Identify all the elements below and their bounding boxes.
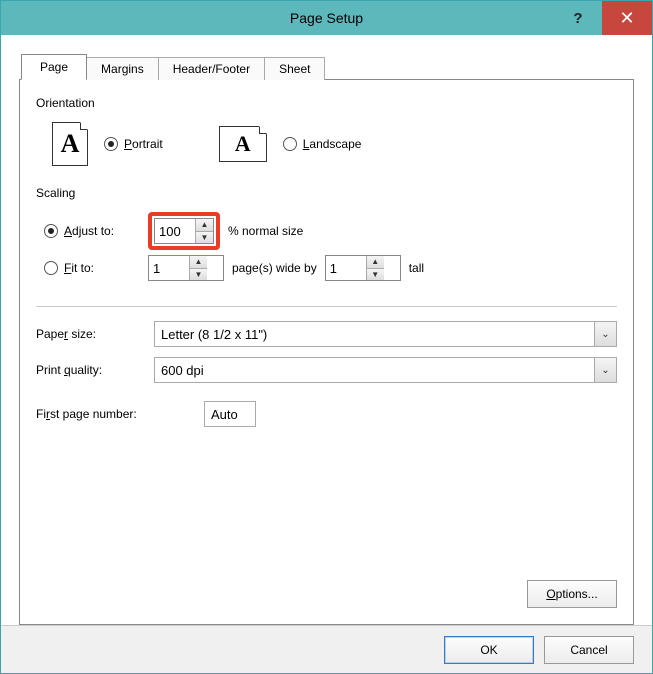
tab-sheet[interactable]: Sheet	[264, 57, 325, 80]
fit-tall-input[interactable]	[326, 256, 366, 280]
titlebar: Page Setup ? ✕	[1, 1, 652, 35]
options-row: Options...	[36, 574, 617, 614]
paper-size-label: Paper size:	[36, 327, 146, 341]
adjust-suffix: % normal size	[228, 224, 303, 238]
options-button[interactable]: Options...	[527, 580, 617, 608]
orientation-group: A Portrait A Landscape	[36, 114, 617, 182]
fit-tall-spinner[interactable]: ▲ ▼	[325, 255, 401, 281]
fit-tall-down[interactable]: ▼	[367, 269, 384, 281]
page-icon-glyph: A	[61, 129, 80, 159]
page-icon-glyph-landscape: A	[235, 131, 251, 157]
tab-header-footer[interactable]: Header/Footer	[158, 57, 265, 80]
first-page-label: First page number:	[36, 407, 196, 421]
print-quality-combo[interactable]: 600 dpi ⌄	[154, 357, 617, 383]
page-setup-dialog: Page Setup ? ✕ Page Margins Header/Foote…	[0, 0, 653, 674]
adjust-spin-down[interactable]: ▼	[196, 232, 213, 244]
close-button[interactable]: ✕	[602, 1, 652, 35]
portrait-page-icon: A	[52, 122, 88, 166]
adjust-to-label: Adjust to:	[64, 224, 114, 238]
tab-page[interactable]: Page	[21, 54, 87, 80]
radio-landscape-circle[interactable]	[283, 137, 297, 151]
dialog-footer: OK Cancel	[1, 625, 652, 673]
ok-button[interactable]: OK	[444, 636, 534, 664]
landscape-page-icon: A	[219, 126, 267, 162]
radio-portrait-label: Portrait	[124, 137, 163, 151]
adjust-value-highlight: ▲ ▼	[148, 212, 220, 250]
scaling-adjust-row: Adjust to: ▲ ▼ % normal size	[44, 212, 617, 250]
radio-portrait-circle[interactable]	[104, 137, 118, 151]
fit-wide-input[interactable]	[149, 256, 189, 280]
first-page-input[interactable]: Auto	[204, 401, 256, 427]
radio-adjust-to[interactable]	[44, 224, 58, 238]
fit-to-label: Fit to:	[64, 261, 94, 275]
print-quality-label: Print quality:	[36, 363, 146, 377]
divider	[36, 306, 617, 307]
adjust-spin-up[interactable]: ▲	[196, 219, 213, 232]
radio-landscape-label: Landscape	[303, 137, 362, 151]
paper-size-dropdown-button[interactable]: ⌄	[594, 322, 616, 346]
first-page-row: First page number: Auto	[36, 401, 617, 427]
print-quality-row: Print quality: 600 dpi ⌄	[36, 357, 617, 383]
adjust-to-input[interactable]	[155, 219, 195, 243]
help-button[interactable]: ?	[554, 1, 602, 35]
scaling-fit-row: Fit to: ▲ ▼ page(s) wide by	[44, 250, 617, 286]
radio-fit-to[interactable]	[44, 261, 58, 275]
orientation-heading: Orientation	[36, 96, 617, 110]
page-fold-icon	[80, 122, 88, 130]
fit-wide-spinner[interactable]: ▲ ▼	[148, 255, 224, 281]
fit-wide-down[interactable]: ▼	[190, 269, 207, 281]
scaling-group: Scaling Adjust to: ▲ ▼	[36, 186, 617, 298]
radio-landscape[interactable]: Landscape	[283, 137, 362, 151]
content-area: Page Margins Header/Footer Sheet Orienta…	[1, 35, 652, 625]
paper-size-value: Letter (8 1/2 x 11")	[155, 322, 594, 346]
print-quality-dropdown-button[interactable]: ⌄	[594, 358, 616, 382]
page-fold-icon-2	[259, 126, 267, 134]
fit-mid-text: page(s) wide by	[232, 261, 317, 275]
tabpanel-page: Orientation A Portrait A Landscape	[19, 79, 634, 625]
print-quality-value: 600 dpi	[155, 358, 594, 382]
titlebar-controls: ? ✕	[554, 1, 652, 35]
adjust-to-spinner[interactable]: ▲ ▼	[154, 218, 214, 244]
fit-wide-up[interactable]: ▲	[190, 256, 207, 269]
fit-tall-up[interactable]: ▲	[367, 256, 384, 269]
paper-size-combo[interactable]: Letter (8 1/2 x 11") ⌄	[154, 321, 617, 347]
scaling-heading: Scaling	[36, 186, 617, 200]
cancel-button[interactable]: Cancel	[544, 636, 634, 664]
fit-tail-text: tall	[409, 261, 424, 275]
radio-portrait[interactable]: Portrait	[104, 137, 163, 151]
tab-margins[interactable]: Margins	[86, 57, 159, 80]
paper-size-row: Paper size: Letter (8 1/2 x 11") ⌄	[36, 321, 617, 347]
tabstrip: Page Margins Header/Footer Sheet	[21, 53, 634, 79]
